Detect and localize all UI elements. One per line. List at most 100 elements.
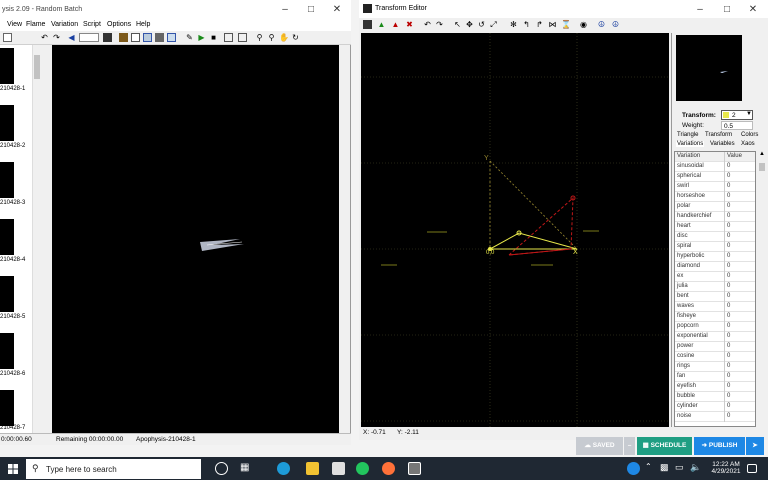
table-row[interactable]: fisheye 0 [675,312,755,322]
table-row[interactable]: eyefish 0 [675,382,755,392]
menu-help[interactable]: Help [136,21,150,28]
store-icon[interactable] [332,462,345,475]
rotate-icon[interactable]: ↻ [291,33,300,42]
zoom-out-icon[interactable]: ⚲ [267,33,276,42]
chevron-up-icon[interactable]: ⌃ [645,462,658,475]
tab-colors[interactable]: Colors [741,132,758,138]
mutate-icon[interactable] [155,33,164,42]
run-script-icon[interactable]: ▶ [197,33,206,42]
pivot-icon[interactable]: ✻ [509,20,518,29]
variation-value[interactable]: 0 [727,273,730,279]
system-clock[interactable]: 12:22 AM 4/29/2021 [707,459,745,479]
maximize-icon[interactable]: □ [300,3,322,17]
variation-value[interactable]: 0 [727,393,730,399]
show-trace-icon[interactable] [224,33,233,42]
undo-icon[interactable]: ↶ [40,33,49,42]
table-row[interactable]: fan 0 [675,372,755,382]
menu-view[interactable]: View [7,21,22,28]
publish-button[interactable]: ➜ PUBLISH [694,437,745,455]
variation-value[interactable]: 0 [727,353,730,359]
display-icon[interactable]: ▭ [675,462,688,475]
taskbar-search-box[interactable]: ⚲ Type here to search [26,459,201,479]
volume-icon[interactable]: 🔈 [690,462,703,475]
task-view-icon[interactable]: ▦ [240,462,253,475]
windows-start-icon[interactable] [8,464,18,474]
thumbnail-4[interactable] [0,219,14,255]
app-green-icon[interactable] [356,462,369,475]
variation-value[interactable]: 0 [727,173,730,179]
frame-select[interactable] [79,33,99,42]
variation-value[interactable]: 0 [727,283,730,289]
menu-options[interactable]: Options [107,21,131,28]
redo-icon[interactable]: ↷ [52,33,61,42]
adjust-icon[interactable] [143,33,152,42]
rotate-icon[interactable]: ↺ [477,20,486,29]
table-row[interactable]: popcorn 0 [675,322,755,332]
apophysis-taskbar-icon[interactable] [408,462,421,475]
variation-value[interactable]: 0 [727,213,730,219]
transform-editor-title-bar[interactable]: Transform Editor – □ ✕ [359,0,768,18]
editor-icon[interactable] [131,33,140,42]
variation-value[interactable]: 0 [727,293,730,299]
variation-value[interactable]: 0 [727,363,730,369]
variation-value[interactable]: 0 [727,303,730,309]
variation-value[interactable]: 0 [727,243,730,249]
cortana-icon[interactable] [215,462,228,475]
flip-vertical-icon[interactable]: ⌛ [561,20,571,29]
variation-value[interactable]: 0 [727,193,730,199]
table-row[interactable]: diamond 0 [675,262,755,272]
table-row[interactable]: sinusoidal 0 [675,162,755,172]
table-row[interactable]: spherical 0 [675,172,755,182]
variation-value[interactable]: 0 [727,163,730,169]
table-row[interactable]: rings 0 [675,362,755,372]
tab-triangle[interactable]: Triangle [677,132,698,138]
variation-value[interactable]: 0 [727,253,730,259]
variation-value[interactable]: 0 [727,333,730,339]
variation-value[interactable]: 0 [727,343,730,349]
saved-menu-button[interactable]: – [624,437,635,455]
table-row[interactable]: heart 0 [675,222,755,232]
script-edit-icon[interactable]: ✎ [185,33,194,42]
tab-variables[interactable]: Variables [710,141,735,147]
apophysis-title-bar[interactable]: ysis 2.09 - Random Batch – □ ✕ [0,0,351,20]
table-row[interactable]: exponential 0 [675,332,755,342]
post-transform-icon[interactable]: ☮ [597,20,606,29]
thumbnail-5[interactable] [0,276,14,312]
random-icon[interactable] [103,33,112,42]
scale-icon[interactable]: ⤢ [489,20,498,29]
stop-script-icon[interactable]: ■ [209,33,218,42]
gradient-icon[interactable] [119,33,128,42]
tab-transform[interactable]: Transform [705,132,732,138]
pan-icon[interactable]: ✋ [279,33,289,42]
table-row[interactable]: cylinder 0 [675,402,755,412]
tab-variations[interactable]: Variations [676,141,705,147]
scroll-thumb[interactable] [759,163,765,171]
table-row[interactable]: bubble 0 [675,392,755,402]
rotate-left-icon[interactable]: ↰ [522,20,531,29]
table-row[interactable]: power 0 [675,342,755,352]
move-icon[interactable]: ✥ [465,20,474,29]
delete-transform-icon[interactable]: ✖ [405,20,414,29]
flame-preview[interactable] [52,45,339,433]
variation-value[interactable]: 0 [727,203,730,209]
thumbnail-7[interactable] [0,390,14,426]
schedule-button[interactable]: ▦ SCHEDULE [637,437,692,455]
thumbnail-1[interactable] [0,48,14,84]
rotate-right-icon[interactable]: ↱ [535,20,544,29]
undo-icon[interactable]: ↶ [423,20,432,29]
menu-script[interactable]: Script [83,21,101,28]
new-icon[interactable] [3,33,12,42]
saved-button[interactable]: ☁ SAVED [576,437,623,455]
edge-icon[interactable] [277,462,290,475]
close-icon[interactable]: ✕ [742,3,764,17]
new-transform-icon[interactable] [363,20,372,29]
table-row[interactable]: ex 0 [675,272,755,282]
triangle-canvas[interactable]: Y X 0,0 [361,33,669,427]
variation-value[interactable]: 0 [727,373,730,379]
minimize-icon[interactable]: – [689,3,711,17]
notification-app-icon[interactable] [627,462,640,475]
scroll-up-icon[interactable]: ▲ [759,151,765,157]
flip-horizontal-icon[interactable]: ⋈ [548,20,557,29]
variation-value[interactable]: 0 [727,313,730,319]
table-row[interactable]: handkerchief 0 [675,212,755,222]
